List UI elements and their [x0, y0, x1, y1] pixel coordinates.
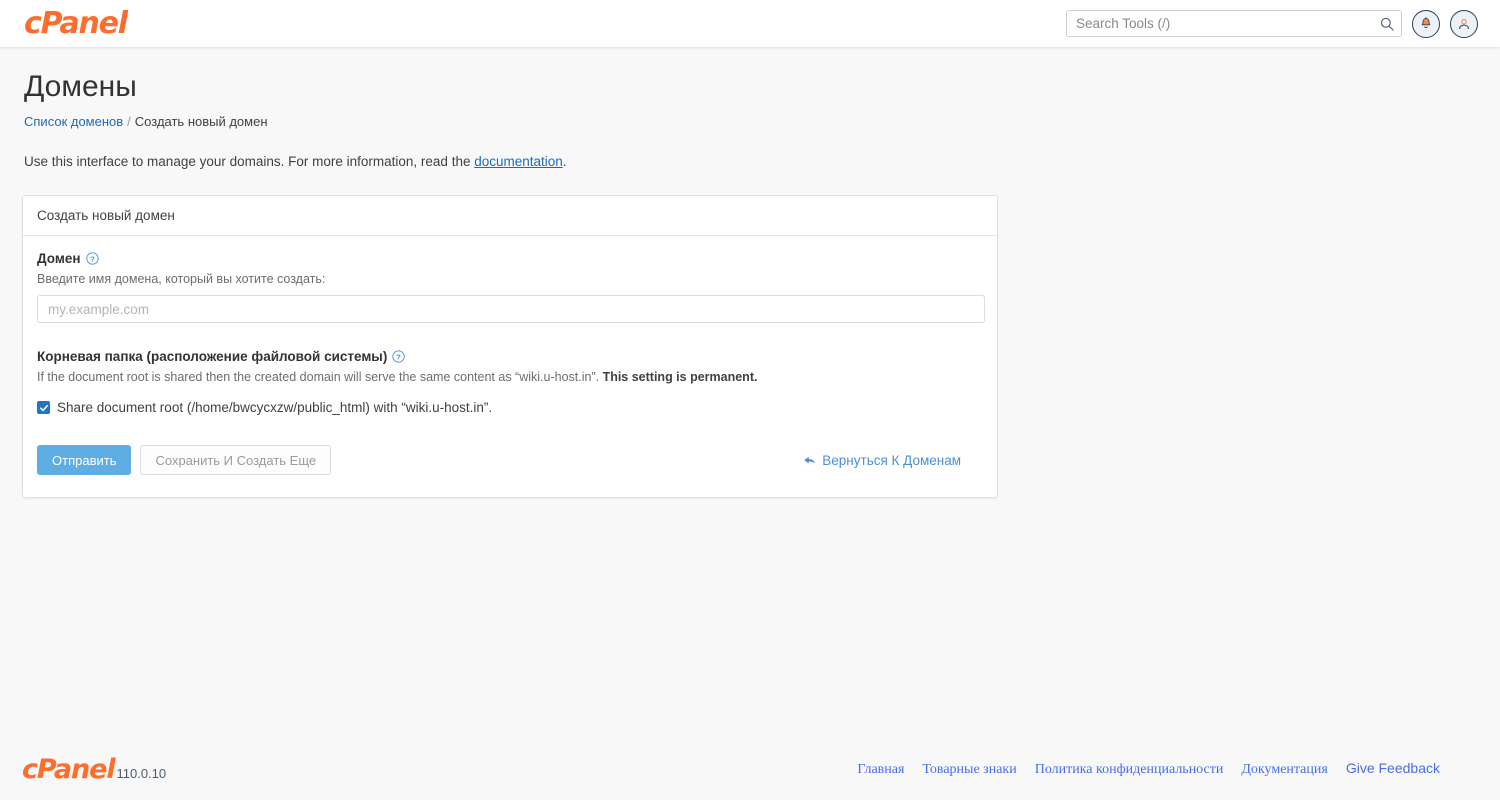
intro-text-after: . [562, 154, 567, 169]
footer-link-give-feedback[interactable]: Give Feedback [1346, 760, 1440, 776]
panel-actions: Отправить Сохранить И Создать Еще Вернут… [37, 445, 983, 475]
footer-link-home[interactable]: Главная [857, 762, 904, 778]
breadcrumb-current: Создать новый домен [134, 114, 268, 129]
notifications-button[interactable] [1412, 9, 1440, 38]
version-label: 110.0.10 [116, 765, 167, 781]
share-docroot-checkbox[interactable] [37, 401, 50, 414]
footer-link-privacy-policy[interactable]: Политика конфиденциальности [1035, 762, 1224, 778]
page-content: Домены Список доменов / Создать новый доме… [0, 69, 1500, 498]
intro-text: Use this interface to manage your domain… [24, 154, 1478, 169]
primary-actions: Отправить Сохранить И Создать Еще [37, 445, 332, 475]
domain-field-hint: Введите имя домена, который вы хотите со… [37, 272, 326, 286]
search-input[interactable] [1066, 10, 1402, 37]
help-circle-icon[interactable]: ? [85, 252, 99, 265]
svg-text:?: ? [90, 254, 95, 263]
cpanel-logo[interactable]: cPanel [24, 8, 128, 39]
docroot-section: Корневая папка (расположение файловой си… [37, 349, 983, 415]
share-docroot-row[interactable]: Share document root (/home/bwcycxzw/publ… [37, 400, 983, 415]
help-circle-icon[interactable]: ? [392, 350, 405, 363]
domain-label-text: Домен [37, 251, 81, 266]
documentation-link[interactable]: documentation [474, 154, 563, 169]
user-icon [1459, 18, 1469, 29]
cpanel-footer-logo: cPanel [22, 753, 116, 785]
docroot-permanent-note: This setting is permanent. [602, 370, 758, 384]
docroot-field-label: Корневая папка (расположение файловой си… [37, 349, 983, 364]
app-header: cPanel [0, 0, 1500, 47]
bell-icon [1421, 16, 1431, 28]
search-container [1066, 10, 1402, 37]
back-to-domains-label: Вернуться К Доменам [822, 452, 961, 468]
footer-brand: cPanel 110.0.10 [22, 756, 166, 783]
page-title: Домены [24, 70, 137, 103]
svg-text:?: ? [396, 352, 401, 361]
header-actions [1066, 9, 1478, 38]
footer-link-documentation[interactable]: Документация [1241, 762, 1327, 778]
back-to-domains-link[interactable]: Вернуться К Доменам [803, 453, 961, 468]
panel-body: Домен ? Введите имя домена, который вы х… [23, 236, 997, 497]
app-footer: cPanel 110.0.10 Главная Товарные знаки П… [0, 738, 1500, 800]
docroot-field-hint: If the document root is shared then the … [37, 370, 983, 384]
domain-input[interactable] [37, 295, 985, 323]
breadcrumb: Список доменов / Создать новый домен [24, 114, 1478, 129]
breadcrumb-parent-link[interactable]: Список доменов [24, 114, 123, 129]
footer-links: Главная Товарные знаки Политика конфиден… [857, 760, 1440, 778]
domain-field-label: Домен ? [37, 251, 983, 266]
docroot-label-text: Корневая папка (расположение файловой си… [37, 349, 388, 364]
create-domain-panel: Создать новый домен Домен ? Введите имя … [22, 195, 998, 498]
breadcrumb-separator: / [127, 114, 131, 129]
save-and-create-another-button[interactable]: Сохранить И Создать Еще [140, 445, 332, 475]
check-icon [39, 404, 48, 411]
back-arrow-icon [804, 456, 815, 464]
share-docroot-label: Share document root (/home/bwcycxzw/publ… [57, 400, 493, 415]
panel-heading: Создать новый домен [23, 196, 997, 236]
account-button[interactable] [1450, 9, 1478, 38]
intro-text-before: Use this interface to manage your domain… [24, 154, 475, 169]
footer-link-trademarks[interactable]: Товарные знаки [922, 762, 1016, 778]
submit-button[interactable]: Отправить [37, 445, 132, 475]
docroot-hint-text: If the document root is shared then the … [37, 370, 603, 384]
